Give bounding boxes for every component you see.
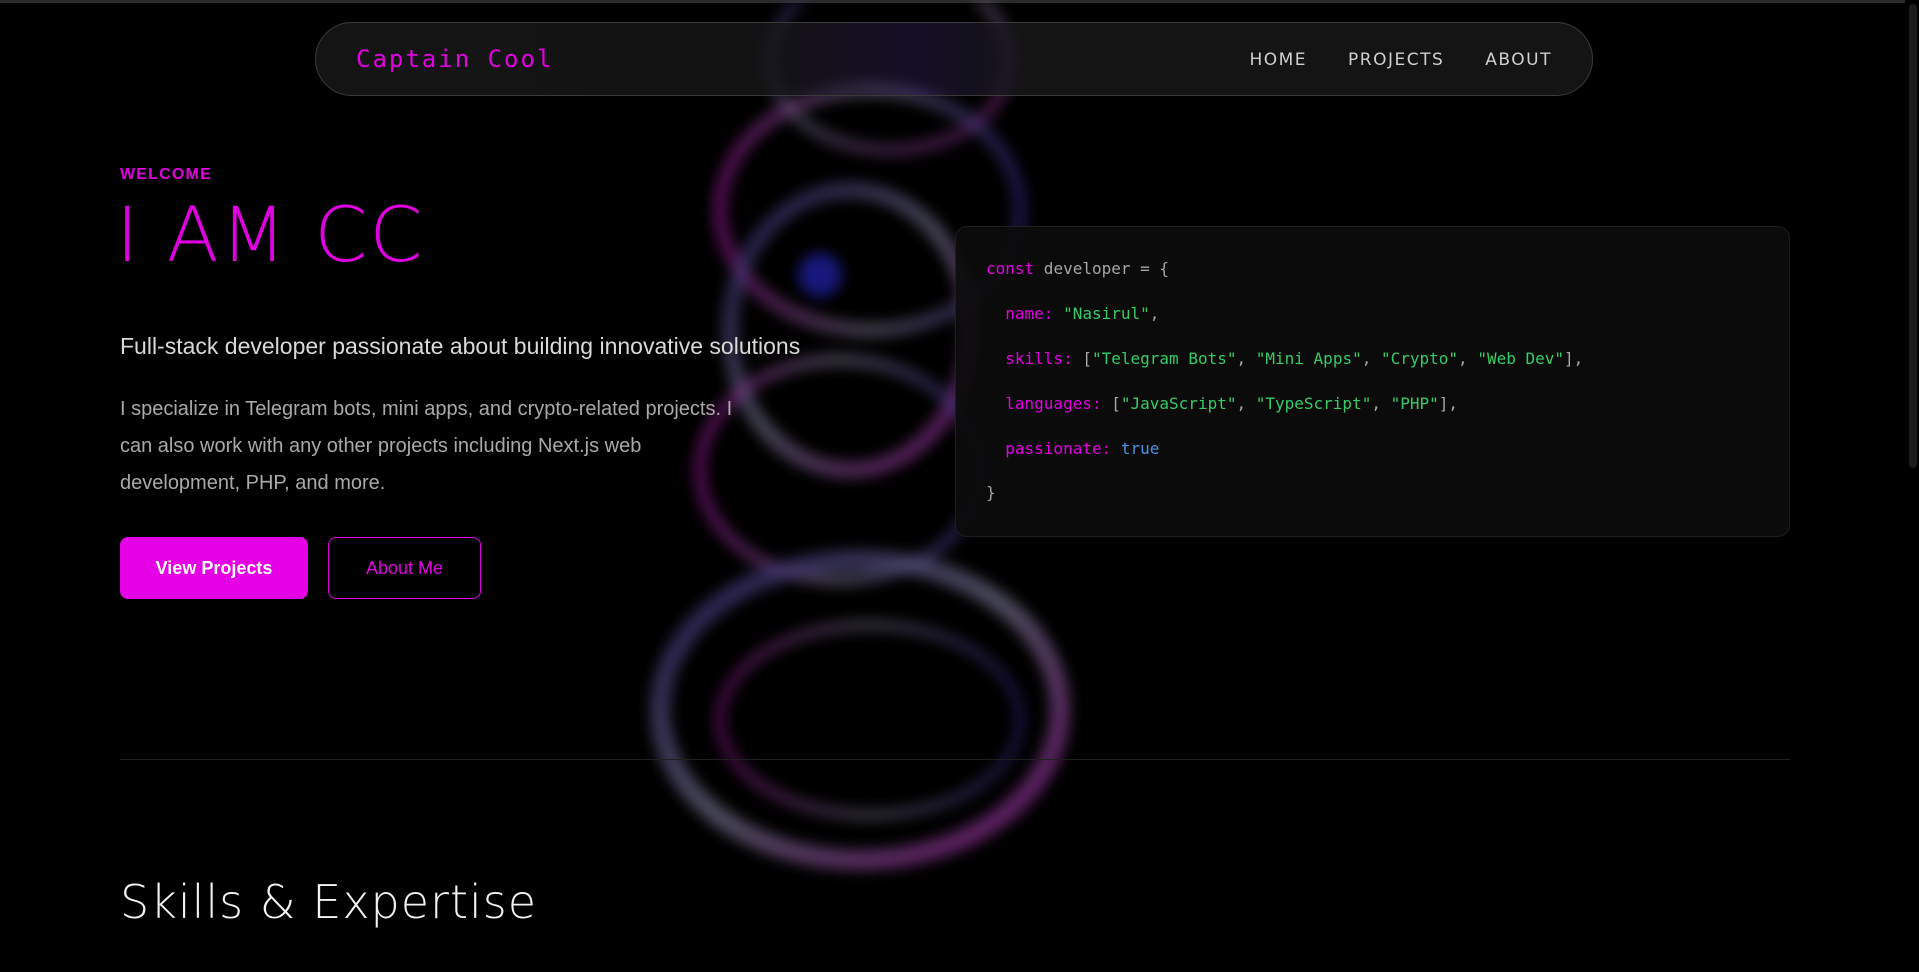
code-line-closing: } bbox=[986, 483, 996, 502]
code-line-languages: languages: ["JavaScript", "TypeScript", … bbox=[1005, 394, 1459, 413]
code-declaration: developer = { bbox=[1034, 259, 1170, 278]
nav-link-home[interactable]: HOME bbox=[1249, 50, 1307, 70]
nav-links: HOME PROJECTS ABOUT bbox=[1249, 50, 1552, 70]
scrollbar-thumb[interactable] bbox=[1909, 4, 1917, 468]
code-key-skills: skills: bbox=[1005, 349, 1073, 368]
code-skill-item: "Mini Apps" bbox=[1255, 349, 1362, 368]
hero-description: I specialize in Telegram bots, mini apps… bbox=[120, 398, 733, 494]
code-key-passionate: passionate: bbox=[1005, 439, 1112, 458]
page-scrollbar[interactable] bbox=[1905, 0, 1919, 972]
code-snippet-card: const developer = { name: "Nasirul", ski… bbox=[955, 226, 1790, 537]
hero-subtitle: Full-stack developer passionate about bu… bbox=[120, 333, 801, 359]
hero-title: I AM CC bbox=[116, 190, 425, 279]
code-line-passionate: passionate: true bbox=[986, 439, 1159, 458]
code-skill-item: "Web Dev" bbox=[1477, 349, 1565, 368]
nav-link-about[interactable]: ABOUT bbox=[1485, 50, 1552, 70]
skills-section-title: Skills & Expertise bbox=[120, 875, 538, 929]
code-value-passionate: true bbox=[1120, 439, 1160, 458]
hero-eyebrow: WELCOME bbox=[120, 166, 212, 183]
brand-logo-text[interactable]: Captain Cool bbox=[356, 45, 553, 73]
page: Captain Cool HOME PROJECTS ABOUT WELCOME… bbox=[0, 0, 1919, 972]
code-key-name: name: bbox=[1005, 304, 1054, 323]
code-language-item: "TypeScript" bbox=[1255, 394, 1372, 413]
code-value-name: "Nasirul" bbox=[1063, 304, 1150, 323]
code-line-declaration: const developer = { bbox=[986, 259, 1169, 278]
view-projects-button[interactable]: View Projects bbox=[120, 537, 308, 599]
code-closing-brace: } bbox=[986, 483, 996, 502]
code-language-item: "PHP" bbox=[1390, 394, 1439, 413]
code-skill-item: "Crypto" bbox=[1380, 349, 1459, 368]
section-divider bbox=[120, 759, 1790, 760]
code-skill-item: "Telegram Bots" bbox=[1091, 349, 1237, 368]
about-me-button[interactable]: About Me bbox=[328, 537, 481, 599]
navbar: Captain Cool HOME PROJECTS ABOUT bbox=[315, 22, 1593, 96]
code-key-languages: languages: bbox=[1005, 394, 1102, 413]
code-language-item: "JavaScript" bbox=[1120, 394, 1237, 413]
code-line-name: name: "Nasirul", bbox=[1005, 304, 1160, 323]
nav-link-projects[interactable]: PROJECTS bbox=[1348, 50, 1444, 70]
code-line-skills: skills: ["Telegram Bots", "Mini Apps", "… bbox=[1005, 349, 1584, 368]
code-keyword: const bbox=[986, 259, 1035, 278]
